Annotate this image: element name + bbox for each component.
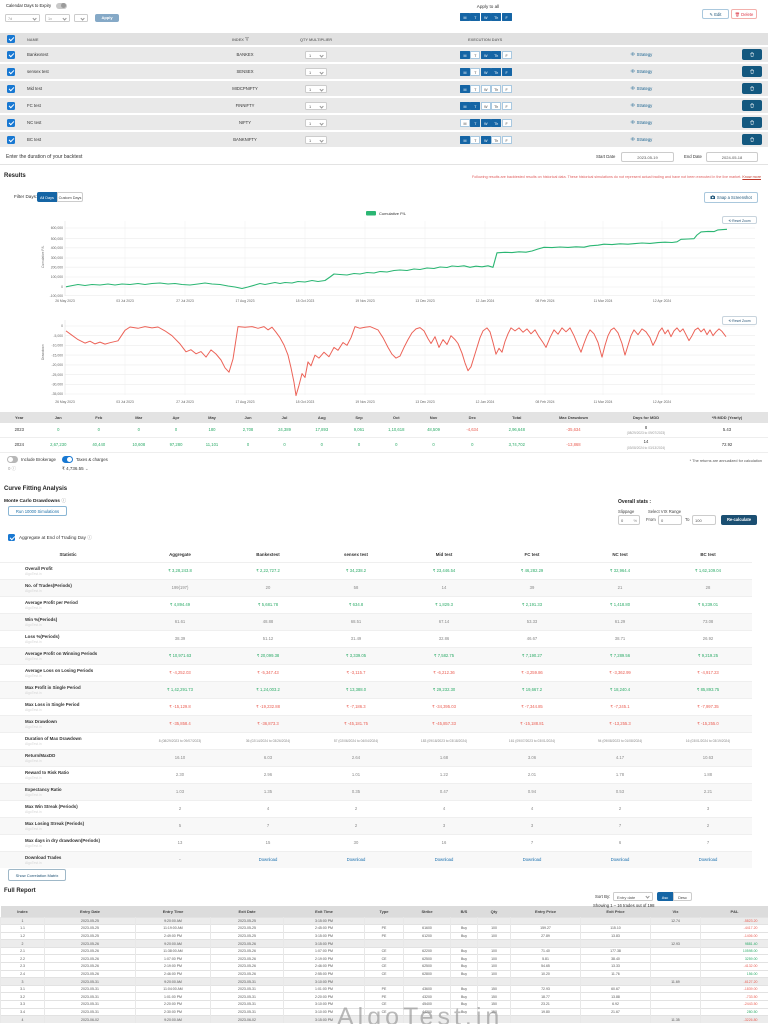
svg-text:Cumulative P/L: Cumulative P/L [41, 245, 45, 268]
svg-text:18 Oct 2023: 18 Oct 2023 [296, 299, 315, 303]
svg-text:12 Apr 2024: 12 Apr 2024 [653, 299, 671, 303]
svg-text:-10,000: -10,000 [52, 344, 64, 348]
svg-text:17 Aug 2023: 17 Aug 2023 [235, 299, 254, 303]
svg-text:-30,000: -30,000 [52, 383, 64, 387]
svg-text:200,000: 200,000 [51, 265, 63, 269]
svg-text:-20,000: -20,000 [52, 363, 64, 367]
svg-text:Drawdown: Drawdown [41, 344, 45, 360]
svg-text:0: 0 [61, 285, 63, 289]
svg-text:12 Jan 2024: 12 Jan 2024 [476, 299, 495, 303]
svg-text:100,000: 100,000 [51, 275, 63, 279]
svg-text:11 Mar 2024: 11 Mar 2024 [594, 299, 613, 303]
svg-text:11 Mar 2024: 11 Mar 2024 [594, 400, 613, 404]
svg-text:26 May 2023: 26 May 2023 [55, 400, 75, 404]
svg-text:26 May 2023: 26 May 2023 [55, 299, 75, 303]
svg-text:18 Oct 2023: 18 Oct 2023 [296, 400, 315, 404]
svg-text:-5,000: -5,000 [53, 334, 63, 338]
svg-text:-15,000: -15,000 [52, 353, 64, 357]
svg-text:19 Nov 2023: 19 Nov 2023 [355, 400, 374, 404]
svg-text:-35,000: -35,000 [52, 392, 64, 396]
svg-text:0: 0 [61, 324, 63, 328]
svg-text:400,000: 400,000 [51, 246, 63, 250]
svg-text:13 Dec 2023: 13 Dec 2023 [415, 400, 434, 404]
svg-text:27 Jul 2023: 27 Jul 2023 [176, 400, 194, 404]
svg-text:12 Jan 2024: 12 Jan 2024 [476, 400, 495, 404]
svg-text:17 Aug 2023: 17 Aug 2023 [235, 400, 254, 404]
svg-text:-25,000: -25,000 [52, 373, 64, 377]
svg-text:27 Jul 2023: 27 Jul 2023 [176, 299, 194, 303]
svg-text:500,000: 500,000 [51, 237, 63, 241]
svg-text:Cumulative P/L: Cumulative P/L [379, 211, 407, 216]
svg-text:03 Jul 2023: 03 Jul 2023 [116, 299, 134, 303]
svg-text:600,000: 600,000 [51, 226, 63, 230]
svg-text:12 Apr 2024: 12 Apr 2024 [653, 400, 671, 404]
svg-text:08 Feb 2024: 08 Feb 2024 [535, 299, 554, 303]
svg-text:-100,000: -100,000 [50, 294, 63, 298]
svg-text:300,000: 300,000 [51, 256, 63, 260]
svg-text:13 Dec 2023: 13 Dec 2023 [415, 299, 434, 303]
svg-text:03 Jul 2023: 03 Jul 2023 [116, 400, 134, 404]
svg-text:08 Feb 2024: 08 Feb 2024 [535, 400, 554, 404]
svg-text:19 Nov 2023: 19 Nov 2023 [355, 299, 374, 303]
